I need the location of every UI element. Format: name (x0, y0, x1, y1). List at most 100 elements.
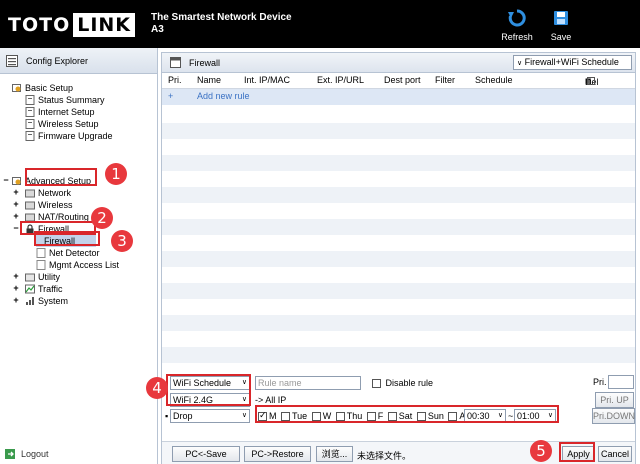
col-int-ip: Int. IP/MAC (244, 75, 291, 85)
basic-setup-icon (12, 84, 21, 92)
pri-up-button[interactable]: Pri. UP (595, 392, 634, 408)
action-select[interactable]: Drop ∨ (170, 409, 250, 423)
tree-internet-setup[interactable]: Internet Setup (25, 106, 95, 118)
select-all-checkbox[interactable] (587, 77, 595, 85)
pri-up-label: Pri. UP (600, 395, 629, 405)
window-icon (170, 57, 181, 68)
rule-name-input[interactable]: Rule name (255, 376, 361, 390)
page-icon (25, 95, 35, 105)
utility-icon (25, 273, 35, 282)
browse-label: 浏览... (321, 449, 348, 459)
page-icon (36, 248, 46, 258)
tree-network[interactable]: Network (25, 187, 71, 199)
step-badge-4: 4 (146, 377, 168, 399)
refresh-label: Refresh (501, 32, 533, 42)
tree-label: Status Summary (38, 95, 105, 105)
tree-traffic[interactable]: Traffic (25, 283, 63, 295)
highlight-schedule (255, 405, 559, 423)
save-button[interactable]: Save (543, 8, 579, 42)
no-file-label: 未选择文件。 (357, 451, 412, 461)
page-icon (25, 119, 35, 129)
pc-restore-button[interactable]: PC->Restore (244, 446, 311, 462)
page-icon (25, 131, 35, 141)
rule-name-placeholder: Rule name (258, 378, 302, 388)
highlight-apply (559, 442, 595, 462)
pri-down-button[interactable]: Pri.DOWN (592, 408, 635, 424)
rules-table-body (162, 107, 635, 411)
tree-status-summary[interactable]: Status Summary (25, 94, 105, 106)
col-name: Name (197, 75, 222, 85)
logout-link[interactable]: Logout (4, 448, 49, 460)
totolink-logo: TOTO LINK (8, 13, 136, 37)
rules-table-header: Pri. Name Int. IP/MAC Ext. IP/URL Dest p… (162, 73, 635, 89)
pc-save-button[interactable]: PC<-Save (172, 446, 240, 462)
page-icon (25, 107, 35, 117)
col-filter: Filter (435, 75, 455, 85)
logout-icon (5, 449, 15, 459)
add-icon: + (168, 91, 174, 101)
cancel-button[interactable]: Cancel (598, 446, 632, 462)
tree-wireless-setup[interactable]: Wireless Setup (25, 118, 99, 130)
config-explorer-header: Config Explorer (0, 48, 157, 74)
refresh-icon (508, 9, 526, 27)
all-ip-label: -> All IP (255, 395, 287, 405)
tree-label: Wireless Setup (38, 119, 99, 129)
bullet: ▪ (165, 411, 169, 421)
cancel-label: Cancel (600, 449, 629, 459)
firewall-mode-select[interactable]: ∨ Firewall+WiFi Schedule (513, 55, 632, 70)
expand-toggle[interactable]: + (12, 199, 20, 209)
tree-wireless[interactable]: Wireless (25, 199, 73, 211)
pri-down-label: Pri.DOWN (593, 411, 635, 421)
app-header: TOTO LINK The Smartest Network Device A3… (0, 0, 640, 48)
tree-label: Firmware Upgrade (38, 131, 113, 141)
tree-utility[interactable]: Utility (25, 271, 60, 283)
sidebar: Config Explorer Basic Setup Status Summa… (0, 48, 158, 464)
explorer-icon (6, 54, 18, 67)
config-explorer-title: Config Explorer (26, 55, 89, 66)
page-icon (36, 260, 46, 270)
save-label: Save (550, 32, 572, 42)
col-schedule: Schedule (475, 75, 513, 85)
chevron-down-icon: ∨ (517, 60, 523, 67)
tree-mgmt-access-list[interactable]: Mgmt Access List (36, 259, 119, 271)
traffic-icon (25, 284, 35, 294)
disable-rule-checkbox[interactable] (372, 379, 381, 389)
col-ext-ip: Ext. IP/URL (317, 75, 365, 85)
logo-text-link: LINK (73, 13, 136, 37)
expand-toggle[interactable]: + (12, 211, 20, 221)
browse-button[interactable]: 浏览... (316, 446, 353, 462)
pri-input[interactable] (608, 375, 634, 389)
folder-icon (25, 201, 35, 210)
highlight-firewall-child (34, 231, 100, 246)
disable-rule-toggle[interactable]: Disable rule (372, 378, 433, 389)
system-icon (26, 297, 34, 305)
step-badge-2: 2 (91, 207, 113, 229)
tagline-text: The Smartest Network Device (151, 12, 292, 23)
chevron-down-icon: ∨ (241, 412, 247, 419)
tree-label: Internet Setup (38, 107, 95, 117)
collapse-toggle[interactable]: − (12, 223, 20, 233)
tree-firmware-upgrade[interactable]: Firmware Upgrade (25, 130, 113, 142)
pc-save-label: PC<-Save (185, 449, 227, 459)
tree-label: Wireless (38, 200, 73, 210)
logout-label: Logout (21, 449, 49, 459)
collapse-toggle[interactable]: − (2, 175, 10, 185)
expand-toggle[interactable]: + (12, 295, 20, 305)
expand-toggle[interactable]: + (12, 187, 20, 197)
tree-label: Net Detector (49, 248, 100, 258)
col-pri: Pri. (168, 75, 182, 85)
tree-net-detector[interactable]: Net Detector (36, 247, 100, 259)
add-new-rule-label: Add new rule (197, 91, 250, 101)
col-dest-port: Dest port (384, 75, 421, 85)
refresh-button[interactable]: Refresh (499, 8, 535, 42)
pc-restore-label: PC->Restore (251, 449, 304, 459)
logo-text-toto: TOTO (8, 14, 71, 36)
firewall-panel-header: Firewall ∨ Firewall+WiFi Schedule (162, 53, 635, 73)
model-name: A3 (151, 24, 164, 35)
tree-basic-setup[interactable]: Basic Setup (12, 82, 73, 94)
add-new-rule-row[interactable]: + Add new rule (162, 89, 635, 105)
step-badge-3: 3 (111, 230, 133, 252)
expand-toggle[interactable]: + (12, 283, 20, 293)
expand-toggle[interactable]: + (12, 271, 20, 281)
tree-system[interactable]: System (25, 295, 68, 307)
